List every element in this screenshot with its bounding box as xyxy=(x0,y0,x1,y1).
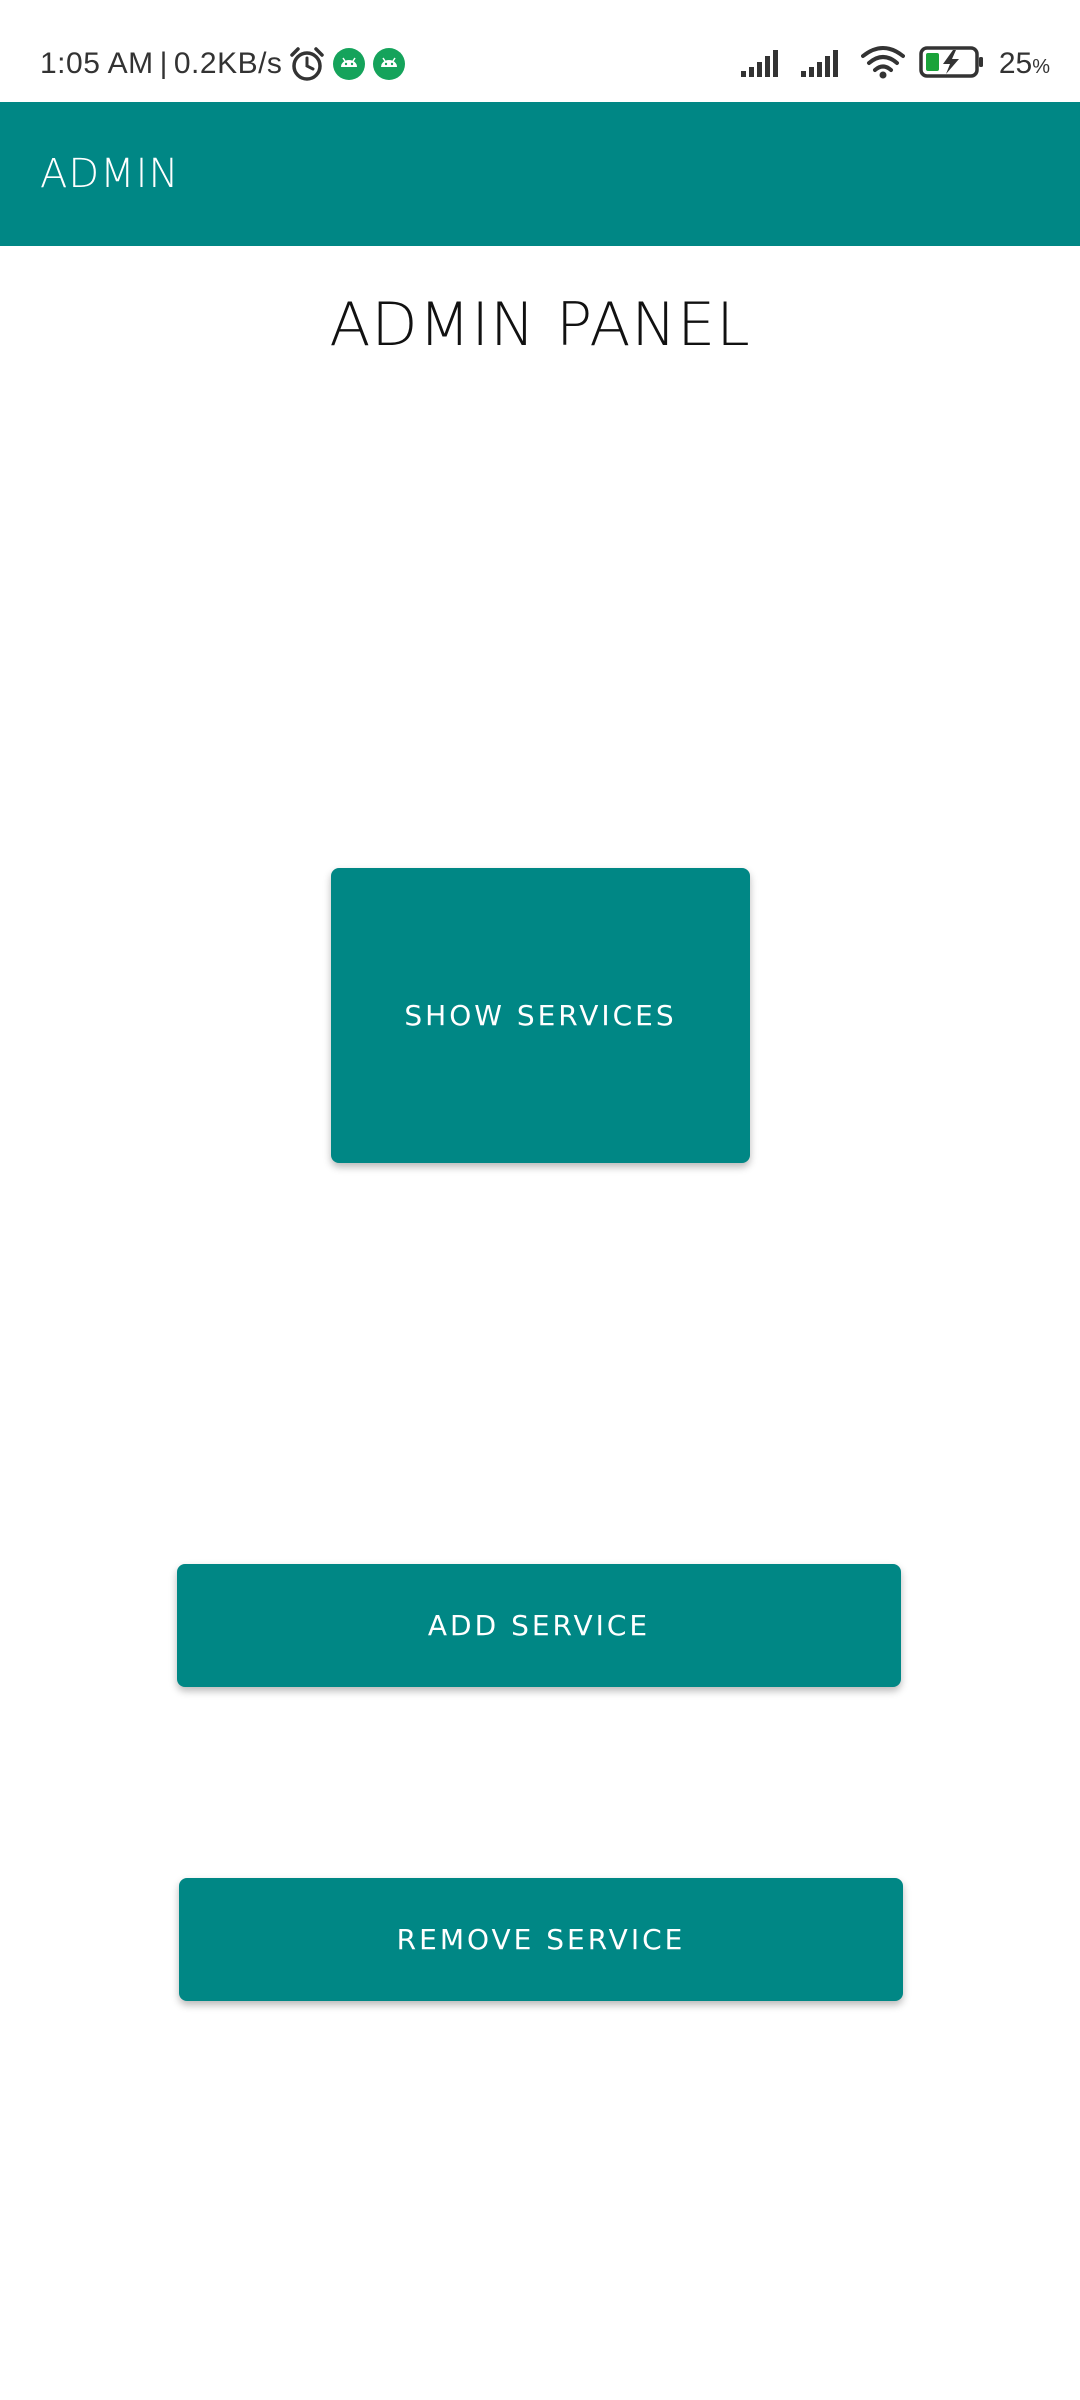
alarm-icon xyxy=(288,45,326,83)
remove-service-button[interactable]: REMOVE SERVICE xyxy=(179,1878,903,2001)
status-bar: 1:05 AM | 0.2KB/s 25% xyxy=(0,0,1080,102)
network-speed: 0.2KB/s xyxy=(173,47,283,80)
battery-charging-icon xyxy=(919,45,985,84)
signal-icon xyxy=(800,47,847,82)
android-notification-icon xyxy=(372,47,406,81)
show-services-button[interactable]: SHOW SERVICES xyxy=(331,868,750,1163)
battery-percentage: 25% xyxy=(998,47,1050,80)
add-service-button[interactable]: ADD SERVICE xyxy=(177,1564,901,1687)
app-bar-title: ADMIN xyxy=(40,151,180,197)
signal-icon xyxy=(740,47,787,82)
page-title: ADMIN PANEL xyxy=(329,290,751,360)
app-bar: ADMIN xyxy=(0,102,1080,246)
wifi-icon xyxy=(860,45,905,84)
android-notification-icon xyxy=(332,47,366,81)
status-time: 1:05 AM xyxy=(40,47,154,80)
status-separator: | xyxy=(159,47,168,80)
